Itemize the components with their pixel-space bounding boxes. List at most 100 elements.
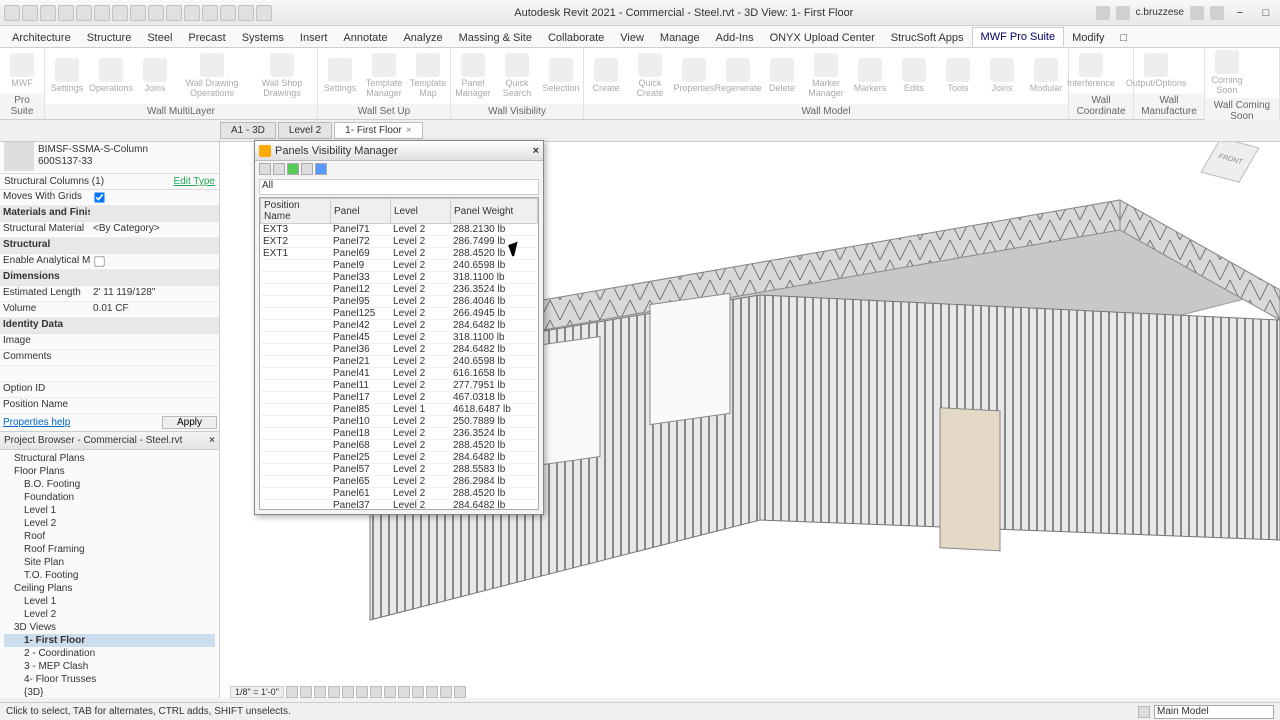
- ribbon-tab[interactable]: View: [612, 29, 652, 47]
- dialog-row[interactable]: Panel85Level 14618.6487 lb: [260, 404, 538, 416]
- sun-path-icon[interactable]: [314, 686, 326, 698]
- ribbon-button[interactable]: Joins: [980, 48, 1024, 104]
- property-row[interactable]: Image: [0, 334, 219, 350]
- revit-icon[interactable]: [4, 5, 20, 21]
- ribbon-button[interactable]: Wall Drawing Operations: [177, 48, 247, 104]
- property-value[interactable]: [90, 350, 219, 365]
- crop-view-icon[interactable]: [356, 686, 368, 698]
- dimension-icon[interactable]: [148, 5, 164, 21]
- dialog-row[interactable]: Panel25Level 2284.6482 lb: [260, 452, 538, 464]
- ribbon-tab[interactable]: Systems: [234, 29, 292, 47]
- ribbon-tab[interactable]: Annotate: [335, 29, 395, 47]
- rendering-icon[interactable]: [342, 686, 354, 698]
- tree-node[interactable]: 2 - Coordination: [4, 647, 215, 660]
- analytical-icon[interactable]: [440, 686, 452, 698]
- tree-node[interactable]: 4- Floor Trusses: [4, 673, 215, 686]
- property-checkbox[interactable]: [94, 192, 104, 202]
- ribbon-button[interactable]: Operations: [89, 48, 133, 104]
- dialog-row[interactable]: Panel9Level 2240.6598 lb: [260, 260, 538, 272]
- tree-node[interactable]: Floor Plans: [4, 465, 215, 478]
- property-value[interactable]: 0.01 CF: [90, 302, 219, 317]
- property-value[interactable]: [90, 382, 219, 397]
- detail-level-icon[interactable]: [286, 686, 298, 698]
- dialog-row[interactable]: EXT2Panel72Level 2286.7499 lb: [260, 236, 538, 248]
- dialog-row[interactable]: Panel11Level 2277.7951 lb: [260, 380, 538, 392]
- ribbon-tab[interactable]: Structure: [79, 29, 140, 47]
- ribbon-button[interactable]: Wall Shop Drawings: [247, 48, 317, 104]
- tree-node[interactable]: 1- First Floor: [4, 634, 215, 647]
- text-icon[interactable]: [166, 5, 182, 21]
- dialog-tool-blue-icon[interactable]: [315, 163, 327, 175]
- dialog-tool-grey-icon[interactable]: [301, 163, 313, 175]
- tree-node[interactable]: 3 - MEP Clash: [4, 660, 215, 673]
- tree-node[interactable]: Foundation: [4, 491, 215, 504]
- browser-close-icon[interactable]: ×: [209, 435, 215, 446]
- search-icon[interactable]: [1096, 6, 1110, 20]
- shadows-icon[interactable]: [328, 686, 340, 698]
- undo-icon[interactable]: [76, 5, 92, 21]
- property-checkbox[interactable]: [94, 256, 104, 266]
- constraints-icon[interactable]: [454, 686, 466, 698]
- property-row[interactable]: [0, 366, 219, 382]
- thin-lines-icon[interactable]: [220, 5, 236, 21]
- print-icon[interactable]: [112, 5, 128, 21]
- ribbon-tab[interactable]: Precast: [180, 29, 233, 47]
- design-options-combo[interactable]: Main Model: [1154, 705, 1274, 719]
- ribbon-tab[interactable]: Analyze: [395, 29, 450, 47]
- dialog-row[interactable]: Panel33Level 2318.1100 lb: [260, 272, 538, 284]
- ribbon-tab[interactable]: Manage: [652, 29, 708, 47]
- ribbon-button[interactable]: Settings: [45, 48, 89, 104]
- ribbon-button[interactable]: Coming Soon: [1205, 48, 1249, 98]
- property-value[interactable]: <By Category>: [90, 222, 219, 237]
- dialog-row[interactable]: Panel18Level 2236.3524 lb: [260, 428, 538, 440]
- dialog-row[interactable]: Panel65Level 2286.2984 lb: [260, 476, 538, 488]
- maximize-button[interactable]: □: [1256, 7, 1276, 19]
- ribbon-tab[interactable]: Add-Ins: [708, 29, 762, 47]
- dialog-filter-combo[interactable]: All: [259, 179, 539, 195]
- dialog-row[interactable]: Panel10Level 2250.7889 lb: [260, 416, 538, 428]
- dialog-grid[interactable]: Position NamePanelLevelPanel Weight EXT3…: [259, 197, 539, 510]
- user-icon[interactable]: [1116, 6, 1130, 20]
- tree-node[interactable]: Level 1: [4, 504, 215, 517]
- ribbon-button[interactable]: Delete: [760, 48, 804, 104]
- ribbon-button[interactable]: Selection: [539, 48, 583, 104]
- ribbon-tab[interactable]: Architecture: [4, 29, 79, 47]
- dialog-row[interactable]: Panel61Level 2288.4520 lb: [260, 488, 538, 500]
- property-value[interactable]: [90, 334, 219, 349]
- ribbon-tab[interactable]: StrucSoft Apps: [883, 29, 972, 47]
- dialog-row[interactable]: Panel42Level 2284.6482 lb: [260, 320, 538, 332]
- lock-3d-icon[interactable]: [384, 686, 396, 698]
- dialog-titlebar[interactable]: Panels Visibility Manager ×: [255, 141, 543, 161]
- dialog-row[interactable]: EXT3Panel71Level 2288.2130 lb: [260, 224, 538, 236]
- ribbon-button[interactable]: Quick Create: [628, 48, 672, 104]
- apply-button[interactable]: Apply: [162, 416, 217, 429]
- open-icon[interactable]: [22, 5, 38, 21]
- tree-node[interactable]: T.O. Footing: [4, 569, 215, 582]
- filter-label[interactable]: Structural Columns (1): [4, 176, 104, 187]
- view-cube-face[interactable]: FRONT: [1200, 137, 1259, 183]
- property-value[interactable]: [90, 254, 219, 269]
- property-value[interactable]: 2' 11 119/128": [90, 286, 219, 301]
- close-hidden-icon[interactable]: [238, 5, 254, 21]
- property-row[interactable]: Volume0.01 CF: [0, 302, 219, 318]
- ribbon-button[interactable]: Marker Manager: [804, 48, 848, 104]
- tree-node[interactable]: Structural Plans: [4, 452, 215, 465]
- ribbon-button[interactable]: Joins: [133, 48, 177, 104]
- ribbon-button[interactable]: Markers: [848, 48, 892, 104]
- ribbon-button[interactable]: MWF: [0, 48, 44, 93]
- dialog-column-header[interactable]: Position Name: [261, 199, 331, 224]
- save-icon[interactable]: [40, 5, 56, 21]
- dialog-row[interactable]: Panel68Level 2288.4520 lb: [260, 440, 538, 452]
- property-row[interactable]: Option ID: [0, 382, 219, 398]
- ribbon-button[interactable]: Modular: [1024, 48, 1068, 104]
- dialog-row[interactable]: EXT1Panel69Level 2288.4520 lb: [260, 248, 538, 260]
- dialog-row[interactable]: Panel12Level 2236.3524 lb: [260, 284, 538, 296]
- default-3d-icon[interactable]: [184, 5, 200, 21]
- reveal-hidden-icon[interactable]: [412, 686, 424, 698]
- dialog-close-icon[interactable]: ×: [533, 145, 539, 157]
- doc-tab[interactable]: Level 2: [278, 122, 332, 139]
- ribbon-button[interactable]: Quick Search: [495, 48, 539, 104]
- property-row[interactable]: Comments: [0, 350, 219, 366]
- temporary-hide-icon[interactable]: [398, 686, 410, 698]
- workset-icon[interactable]: [1138, 706, 1150, 718]
